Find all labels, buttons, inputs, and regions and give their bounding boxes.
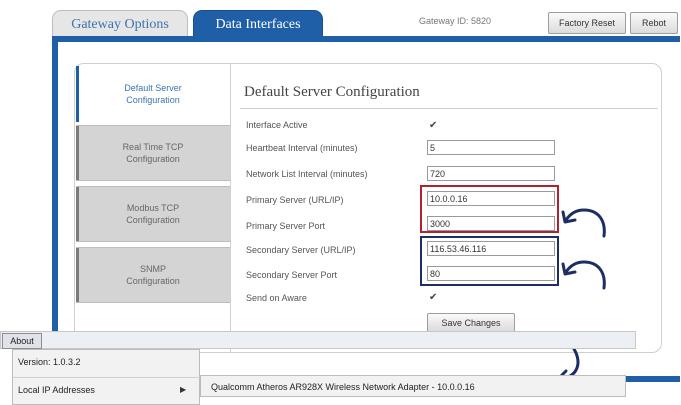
sidebar-item-label: Configuration [126,154,180,164]
submenu-network-adapter[interactable]: Qualcomm Atheros AR928X Wireless Network… [200,375,626,397]
primary-highlight-box [420,185,559,233]
sidebar-item-real-time-tcp[interactable]: Real Time TCP Configuration [76,125,230,181]
reboot-button[interactable]: Rebot [630,12,678,34]
heartbeat-field[interactable]: 5 [427,140,555,155]
primary-server-label: Primary Server (URL/IP) [246,195,344,205]
arrow-annotation-icon [561,260,606,290]
network-list-label: Network List Interval (minutes) [246,169,368,179]
sidebar-active-bar [76,66,79,122]
secondary-highlight-box [420,236,559,286]
secondary-server-label: Secondary Server (URL/IP) [246,245,356,255]
sidebar-item-label: Real Time TCP [122,142,184,152]
factory-reset-button[interactable]: Factory Reset [548,12,626,34]
secondary-port-label: Secondary Server Port [246,270,338,280]
sidebar-item-modbus-tcp[interactable]: Modbus TCP Configuration [76,186,230,242]
submenu-arrow-icon: ▶ [180,385,187,394]
sidebar-item-snmp[interactable]: SNMP Configuration [76,247,230,303]
save-changes-button[interactable]: Save Changes [427,313,515,333]
sidebar-item-default-server[interactable]: Default Server Configuration [76,66,230,122]
sidebar-item-label: Modbus TCP [126,203,180,213]
panel-divider [230,64,231,352]
tab-data-interfaces[interactable]: Data Interfaces [193,10,323,39]
about-taskbar [0,331,636,349]
menu-item-version[interactable]: Version: 1.0.3.2 [18,357,81,367]
title-divider [240,108,658,109]
about-button[interactable]: About [2,333,42,349]
interface-active-checkbox[interactable]: ✔ [429,120,440,131]
sidebar-bar [76,126,79,180]
menu-separator [12,377,200,378]
send-on-aware-checkbox[interactable]: ✔ [429,292,440,303]
page-title: Default Server Configuration [244,84,420,100]
arrow-annotation-icon [561,208,606,238]
network-list-field[interactable]: 720 [427,166,555,181]
sidebar-bar [76,248,79,302]
tab-gateway-options[interactable]: Gateway Options [52,10,188,39]
heartbeat-label: Heartbeat Interval (minutes) [246,143,358,153]
gateway-id: Gateway ID: 5820 [418,16,492,26]
sidebar-item-label: Configuration [126,215,180,225]
menu-item-local-ip[interactable]: Local IP Addresses [18,385,95,395]
sidebar-item-label: Configuration [126,276,180,286]
primary-port-label: Primary Server Port [246,221,326,231]
send-on-aware-label: Send on Aware [246,293,307,303]
interface-active-label: Interface Active [246,120,308,130]
sidebar-item-label: Configuration [126,95,180,105]
sidebar-item-label: Default Server [124,83,182,93]
sidebar-bar [76,187,79,241]
sidebar-item-label: SNMP [139,264,166,274]
